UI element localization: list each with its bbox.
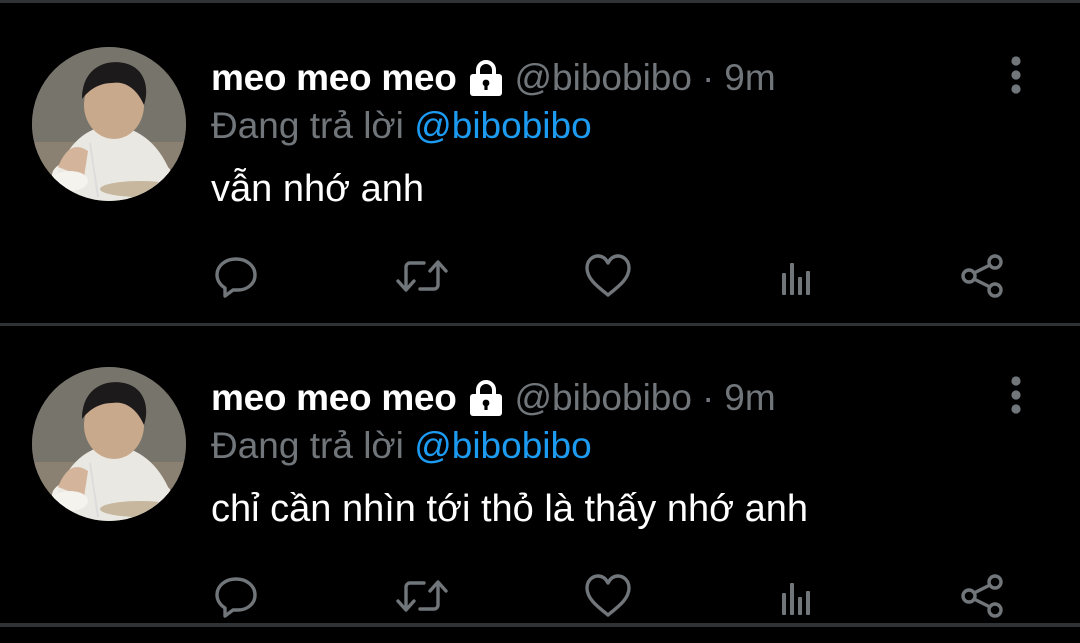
reply-prefix: Đang trả lời: [211, 105, 404, 146]
more-options-icon[interactable]: [1000, 53, 1032, 97]
user-handle[interactable]: @bibobibo: [515, 57, 692, 99]
user-handle[interactable]: @bibobibo: [515, 377, 692, 419]
reply-prefix: Đang trả lời: [211, 425, 404, 466]
separator: ·: [701, 377, 715, 418]
tweet-text: chỉ cần nhìn tới thỏ là thấy nhớ anh: [211, 488, 808, 530]
like-button[interactable]: [580, 248, 636, 304]
lock-icon: [467, 378, 505, 418]
avatar[interactable]: [32, 47, 186, 201]
tweet-actions: [0, 248, 1080, 308]
replying-to: Đang trả lời @bibobibo: [211, 425, 592, 467]
views-icon: [782, 263, 810, 295]
tweet-divider: [0, 623, 1080, 627]
avatar[interactable]: [32, 367, 186, 521]
display-name[interactable]: meo meo meo: [211, 57, 457, 99]
reply-icon: [215, 257, 257, 298]
like-icon: [585, 254, 631, 297]
retweet-button[interactable]: [394, 248, 450, 304]
reply-icon: [215, 577, 257, 618]
reply-button[interactable]: [208, 568, 264, 624]
share-icon: [961, 574, 1003, 618]
timestamp[interactable]: 9m: [724, 57, 775, 99]
lock-icon: [467, 58, 505, 98]
tweet[interactable]: meo meo meo @bibobibo · 9m Đang trả lời …: [0, 3, 1080, 326]
views-button[interactable]: [768, 248, 824, 304]
display-name[interactable]: meo meo meo: [211, 377, 457, 419]
tweet-header: meo meo meo @bibobibo · 9m: [211, 55, 776, 101]
tweet[interactable]: meo meo meo @bibobibo · 9m Đang trả lời …: [0, 323, 1080, 643]
separator: ·: [701, 57, 715, 98]
share-icon: [961, 254, 1003, 298]
tweet-header: meo meo meo @bibobibo · 9m: [211, 375, 776, 421]
like-icon: [585, 574, 631, 617]
views-button[interactable]: [768, 568, 824, 624]
timestamp[interactable]: 9m: [724, 377, 775, 419]
reply-mention-link[interactable]: @bibobibo: [414, 105, 591, 146]
views-icon: [782, 583, 810, 615]
share-button[interactable]: [954, 248, 1010, 304]
tweet-text: vẫn nhớ anh: [211, 168, 424, 210]
tweet-actions: [0, 568, 1080, 628]
retweet-button[interactable]: [394, 568, 450, 624]
replying-to: Đang trả lời @bibobibo: [211, 105, 592, 147]
more-options-icon[interactable]: [1000, 373, 1032, 417]
like-button[interactable]: [580, 568, 636, 624]
share-button[interactable]: [954, 568, 1010, 624]
retweet-icon: [396, 580, 448, 612]
retweet-icon: [396, 260, 448, 292]
reply-mention-link[interactable]: @bibobibo: [414, 425, 591, 466]
reply-button[interactable]: [208, 248, 264, 304]
